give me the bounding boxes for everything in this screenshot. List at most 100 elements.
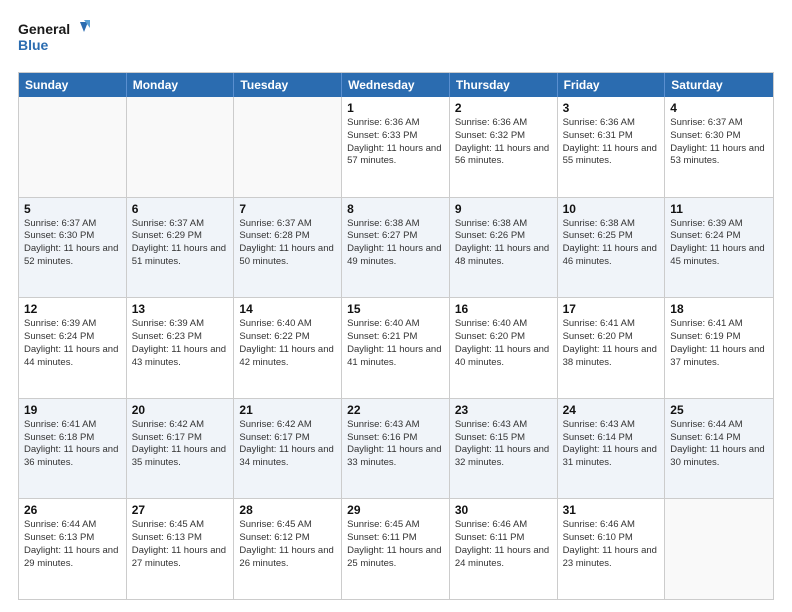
day-number-22: 22 [347, 403, 444, 417]
day-number-19: 19 [24, 403, 121, 417]
day-number-14: 14 [239, 302, 336, 316]
day-number-16: 16 [455, 302, 552, 316]
day-17: 17 Sunrise: 6:41 AM Sunset: 6:20 PM Dayli… [558, 298, 666, 398]
day-13: 13Sunrise: 6:39 AM Sunset: 6:23 PM Dayli… [127, 298, 235, 398]
header-sunday: Sunday [19, 73, 127, 97]
calendar-row-3: 19 Sunrise: 6:41 AM Sunset: 6:18 PM Dayli… [19, 399, 773, 500]
day-info-25: Sunrise: 6:44 AM Sunset: 6:14 PM Dayligh… [670, 419, 768, 470]
day-info-17: Sunrise: 6:41 AM Sunset: 6:20 PM Dayligh… [563, 318, 660, 369]
logo-svg: General Blue [18, 18, 90, 62]
day-number-26: 26 [24, 503, 121, 517]
calendar-row-1: 5 Sunrise: 6:37 AM Sunset: 6:30 PM Daylig… [19, 198, 773, 299]
day-5: 5 Sunrise: 6:37 AM Sunset: 6:30 PM Daylig… [19, 198, 127, 298]
day-31: 31 Sunrise: 6:46 AM Sunset: 6:10 PM Dayli… [558, 499, 666, 599]
day-4: 4Sunrise: 6:37 AM Sunset: 6:30 PM Daylig… [665, 97, 773, 197]
day-number-2: 2 [455, 101, 552, 115]
logo: General Blue [18, 18, 90, 62]
day-number-15: 15 [347, 302, 444, 316]
calendar-body: 1 Sunrise: 6:36 AM Sunset: 6:33 PM Daylig… [19, 97, 773, 599]
day-info-15: Sunrise: 6:40 AM Sunset: 6:21 PM Dayligh… [347, 318, 444, 369]
svg-text:General: General [18, 21, 70, 37]
day-number-31: 31 [563, 503, 660, 517]
day-number-6: 6 [132, 202, 229, 216]
day-info-30: Sunrise: 6:46 AM Sunset: 6:11 PM Dayligh… [455, 519, 552, 570]
calendar-header: SundayMondayTuesdayWednesdayThursdayFrid… [19, 73, 773, 97]
day-number-8: 8 [347, 202, 444, 216]
day-number-11: 11 [670, 202, 768, 216]
calendar-row-2: 12 Sunrise: 6:39 AM Sunset: 6:24 PM Dayli… [19, 298, 773, 399]
day-number-10: 10 [563, 202, 660, 216]
day-24: 24Sunrise: 6:43 AM Sunset: 6:14 PM Dayli… [558, 399, 666, 499]
day-info-8: Sunrise: 6:38 AM Sunset: 6:27 PM Dayligh… [347, 218, 444, 269]
day-info-29: Sunrise: 6:45 AM Sunset: 6:11 PM Dayligh… [347, 519, 444, 570]
day-12: 12 Sunrise: 6:39 AM Sunset: 6:24 PM Dayli… [19, 298, 127, 398]
calendar-row-4: 26 Sunrise: 6:44 AM Sunset: 6:13 PM Dayli… [19, 499, 773, 599]
day-29: 29 Sunrise: 6:45 AM Sunset: 6:11 PM Dayli… [342, 499, 450, 599]
day-info-1: Sunrise: 6:36 AM Sunset: 6:33 PM Dayligh… [347, 117, 444, 168]
day-number-20: 20 [132, 403, 229, 417]
day-number-12: 12 [24, 302, 121, 316]
day-18: 18Sunrise: 6:41 AM Sunset: 6:19 PM Dayli… [665, 298, 773, 398]
day-info-19: Sunrise: 6:41 AM Sunset: 6:18 PM Dayligh… [24, 419, 121, 470]
day-23: 23Sunrise: 6:43 AM Sunset: 6:15 PM Dayli… [450, 399, 558, 499]
day-number-7: 7 [239, 202, 336, 216]
day-info-16: Sunrise: 6:40 AM Sunset: 6:20 PM Dayligh… [455, 318, 552, 369]
day-number-5: 5 [24, 202, 121, 216]
day-info-28: Sunrise: 6:45 AM Sunset: 6:12 PM Dayligh… [239, 519, 336, 570]
day-20: 20Sunrise: 6:42 AM Sunset: 6:17 PM Dayli… [127, 399, 235, 499]
day-info-6: Sunrise: 6:37 AM Sunset: 6:29 PM Dayligh… [132, 218, 229, 269]
day-7: 7 Sunrise: 6:37 AM Sunset: 6:28 PM Daylig… [234, 198, 342, 298]
day-6: 6 Sunrise: 6:37 AM Sunset: 6:29 PM Daylig… [127, 198, 235, 298]
page: General Blue SundayMondayTuesdayWednesda… [0, 0, 792, 612]
day-info-10: Sunrise: 6:38 AM Sunset: 6:25 PM Dayligh… [563, 218, 660, 269]
day-26: 26 Sunrise: 6:44 AM Sunset: 6:13 PM Dayli… [19, 499, 127, 599]
calendar-row-0: 1 Sunrise: 6:36 AM Sunset: 6:33 PM Daylig… [19, 97, 773, 198]
day-16: 16 Sunrise: 6:40 AM Sunset: 6:20 PM Dayli… [450, 298, 558, 398]
day-info-11: Sunrise: 6:39 AM Sunset: 6:24 PM Dayligh… [670, 218, 768, 269]
day-info-27: Sunrise: 6:45 AM Sunset: 6:13 PM Dayligh… [132, 519, 229, 570]
day-info-7: Sunrise: 6:37 AM Sunset: 6:28 PM Dayligh… [239, 218, 336, 269]
day-number-25: 25 [670, 403, 768, 417]
header: General Blue [18, 18, 774, 62]
day-info-23: Sunrise: 6:43 AM Sunset: 6:15 PM Dayligh… [455, 419, 552, 470]
day-info-9: Sunrise: 6:38 AM Sunset: 6:26 PM Dayligh… [455, 218, 552, 269]
header-thursday: Thursday [450, 73, 558, 97]
day-info-22: Sunrise: 6:43 AM Sunset: 6:16 PM Dayligh… [347, 419, 444, 470]
day-21: 21Sunrise: 6:42 AM Sunset: 6:17 PM Dayli… [234, 399, 342, 499]
day-info-12: Sunrise: 6:39 AM Sunset: 6:24 PM Dayligh… [24, 318, 121, 369]
day-number-1: 1 [347, 101, 444, 115]
day-30: 30 Sunrise: 6:46 AM Sunset: 6:11 PM Dayli… [450, 499, 558, 599]
day-11: 11 Sunrise: 6:39 AM Sunset: 6:24 PM Dayli… [665, 198, 773, 298]
day-27: 27Sunrise: 6:45 AM Sunset: 6:13 PM Dayli… [127, 499, 235, 599]
empty-cell-0-2 [234, 97, 342, 197]
day-number-9: 9 [455, 202, 552, 216]
header-tuesday: Tuesday [234, 73, 342, 97]
day-info-3: Sunrise: 6:36 AM Sunset: 6:31 PM Dayligh… [563, 117, 660, 168]
day-number-21: 21 [239, 403, 336, 417]
day-number-24: 24 [563, 403, 660, 417]
day-8: 8 Sunrise: 6:38 AM Sunset: 6:27 PM Daylig… [342, 198, 450, 298]
day-info-18: Sunrise: 6:41 AM Sunset: 6:19 PM Dayligh… [670, 318, 768, 369]
day-22: 22 Sunrise: 6:43 AM Sunset: 6:16 PM Dayli… [342, 399, 450, 499]
day-info-5: Sunrise: 6:37 AM Sunset: 6:30 PM Dayligh… [24, 218, 121, 269]
header-friday: Friday [558, 73, 666, 97]
day-number-29: 29 [347, 503, 444, 517]
header-monday: Monday [127, 73, 235, 97]
day-number-28: 28 [239, 503, 336, 517]
empty-cell-0-1 [127, 97, 235, 197]
header-saturday: Saturday [665, 73, 773, 97]
day-10: 10 Sunrise: 6:38 AM Sunset: 6:25 PM Dayli… [558, 198, 666, 298]
day-info-2: Sunrise: 6:36 AM Sunset: 6:32 PM Dayligh… [455, 117, 552, 168]
calendar: SundayMondayTuesdayWednesdayThursdayFrid… [18, 72, 774, 600]
day-15: 15 Sunrise: 6:40 AM Sunset: 6:21 PM Dayli… [342, 298, 450, 398]
day-info-31: Sunrise: 6:46 AM Sunset: 6:10 PM Dayligh… [563, 519, 660, 570]
day-info-13: Sunrise: 6:39 AM Sunset: 6:23 PM Dayligh… [132, 318, 229, 369]
day-info-26: Sunrise: 6:44 AM Sunset: 6:13 PM Dayligh… [24, 519, 121, 570]
day-number-17: 17 [563, 302, 660, 316]
empty-cell-4-6 [665, 499, 773, 599]
day-2: 2 Sunrise: 6:36 AM Sunset: 6:32 PM Daylig… [450, 97, 558, 197]
day-28: 28 Sunrise: 6:45 AM Sunset: 6:12 PM Dayli… [234, 499, 342, 599]
day-info-14: Sunrise: 6:40 AM Sunset: 6:22 PM Dayligh… [239, 318, 336, 369]
day-number-30: 30 [455, 503, 552, 517]
header-wednesday: Wednesday [342, 73, 450, 97]
